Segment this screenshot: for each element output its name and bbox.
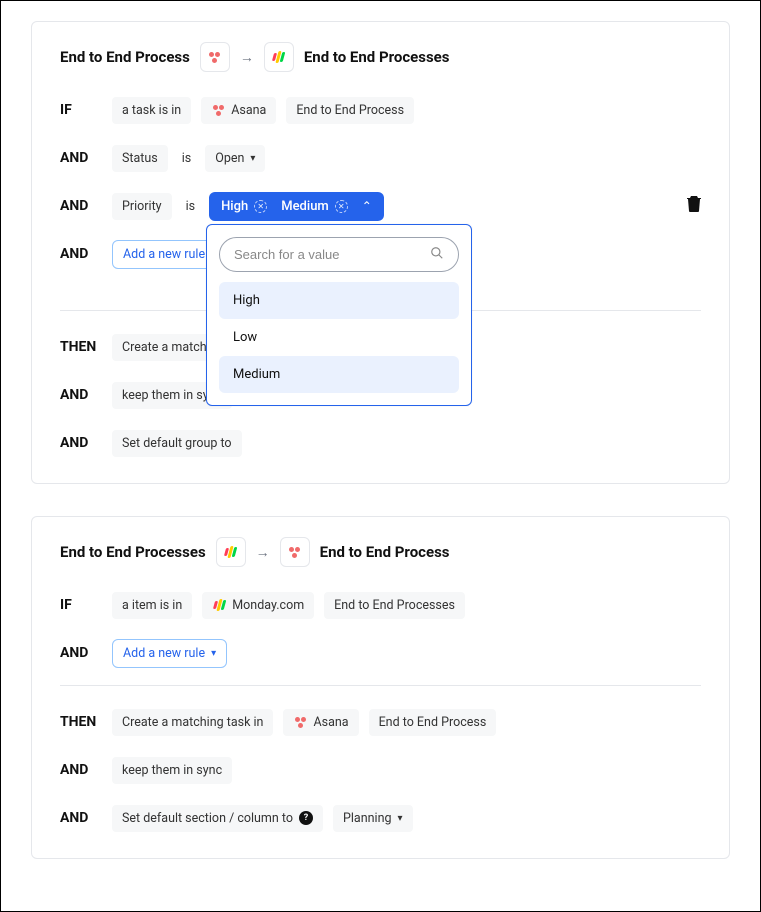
token-app-asana[interactable]: Asana (283, 709, 358, 736)
token-task-in[interactable]: a task is in (112, 97, 191, 124)
token-project[interactable]: End to End Process (286, 97, 414, 124)
priority-tag-medium[interactable]: Medium ✕ (281, 199, 348, 214)
rule-card-1: End to End Process → End to End Processe… (31, 21, 730, 484)
token-project[interactable]: End to End Process (369, 709, 497, 736)
token-item-in[interactable]: a item is in (112, 592, 192, 619)
token-project[interactable]: End to End Processes (324, 592, 465, 619)
and-addrule-row: AND Add a new rule ▾ (60, 637, 701, 669)
keyword-and: AND (60, 387, 102, 403)
option-low[interactable]: Low (219, 319, 459, 356)
token-field-priority[interactable]: Priority (112, 193, 172, 220)
keyword-and: AND (60, 645, 102, 661)
rule-card-2: End to End Processes → End to End Proces… (31, 516, 730, 859)
chevron-down-icon: ▾ (211, 648, 216, 659)
token-app-label: Monday.com (232, 598, 304, 613)
option-high[interactable]: High (219, 282, 459, 319)
divider (60, 685, 701, 686)
asana-icon (200, 42, 230, 72)
card-title-right: End to End Processes (304, 48, 450, 66)
remove-tag-icon[interactable]: ✕ (335, 200, 348, 213)
token-value-label: Open (215, 151, 244, 166)
remove-tag-icon[interactable]: ✕ (254, 200, 267, 213)
card-title-left: End to End Process (60, 48, 190, 66)
monday-icon (216, 537, 246, 567)
monday-icon (264, 42, 294, 72)
and-defaultgroup-row: AND Set default group to (60, 427, 701, 459)
add-rule-button[interactable]: Add a new rule ▾ (112, 639, 227, 668)
token-app-label: Asana (313, 715, 348, 730)
arrow-right-icon: → (256, 544, 270, 561)
chevron-down-icon: ▾ (398, 813, 403, 824)
and-priority-row: AND Priority is High ✕ Medium ✕ ⌃ (60, 190, 701, 222)
search-icon (430, 245, 444, 264)
search-input[interactable] (234, 247, 422, 262)
and-status-row: AND Status is Open ▾ (60, 142, 701, 174)
token-action-defaultgroup[interactable]: Set default group to (112, 430, 242, 457)
chevron-up-icon[interactable]: ⌃ (362, 199, 372, 213)
priority-tag-high[interactable]: High ✕ (221, 199, 267, 214)
card-title-right: End to End Process (320, 543, 450, 561)
token-value-label: Planning (343, 811, 392, 826)
if-row: IF a task is in Asana End to End Process (60, 94, 701, 126)
card-header: End to End Process → End to End Processe… (60, 42, 701, 72)
tag-label: Medium (281, 199, 329, 214)
keyword-if: IF (60, 597, 102, 613)
tag-label: High (221, 199, 248, 214)
token-app-monday[interactable]: Monday.com (202, 592, 314, 619)
delete-rule-icon[interactable] (687, 196, 701, 216)
arrow-right-icon: → (240, 49, 254, 66)
priority-multi-select[interactable]: High ✕ Medium ✕ ⌃ (209, 192, 384, 221)
option-medium[interactable]: Medium (219, 356, 459, 393)
token-field-status[interactable]: Status (112, 145, 168, 172)
token-action-sync[interactable]: keep them in sync (112, 757, 232, 784)
token-value-planning[interactable]: Planning ▾ (333, 805, 413, 832)
card-header: End to End Processes → End to End Proces… (60, 537, 701, 567)
operator-is: is (178, 151, 196, 166)
token-action-defaultsection[interactable]: Set default section / column to ? (112, 805, 323, 832)
keyword-and: AND (60, 762, 102, 778)
priority-dropdown-panel: High Low Medium (206, 224, 472, 406)
add-rule-label: Add a new rule (123, 646, 205, 661)
keyword-and: AND (60, 198, 102, 214)
token-action-label: Set default section / column to (122, 811, 293, 826)
keyword-then: THEN (60, 339, 102, 355)
token-value-open[interactable]: Open ▾ (205, 145, 265, 172)
then-row: THEN Create a matching task in Asana End… (60, 706, 701, 738)
token-action-create[interactable]: Create a matching task in (112, 709, 273, 736)
if-row: IF a item is in Monday.com End to End Pr… (60, 589, 701, 621)
search-box[interactable] (219, 237, 459, 272)
card-title-left: End to End Processes (60, 543, 206, 561)
add-rule-label: Add a new rule (123, 247, 205, 262)
keyword-and: AND (60, 435, 102, 451)
keyword-if: IF (60, 102, 102, 118)
token-app-asana[interactable]: Asana (201, 97, 276, 124)
help-icon[interactable]: ? (299, 811, 313, 825)
keyword-and: AND (60, 150, 102, 166)
and-sync-row: AND keep them in sync (60, 754, 701, 786)
asana-icon (280, 537, 310, 567)
token-app-label: Asana (231, 103, 266, 118)
keyword-and: AND (60, 246, 102, 262)
chevron-down-icon: ▾ (250, 153, 255, 164)
and-defaultsection-row: AND Set default section / column to ? Pl… (60, 802, 701, 834)
keyword-and: AND (60, 810, 102, 826)
operator-is: is (182, 199, 200, 214)
keyword-then: THEN (60, 714, 102, 730)
